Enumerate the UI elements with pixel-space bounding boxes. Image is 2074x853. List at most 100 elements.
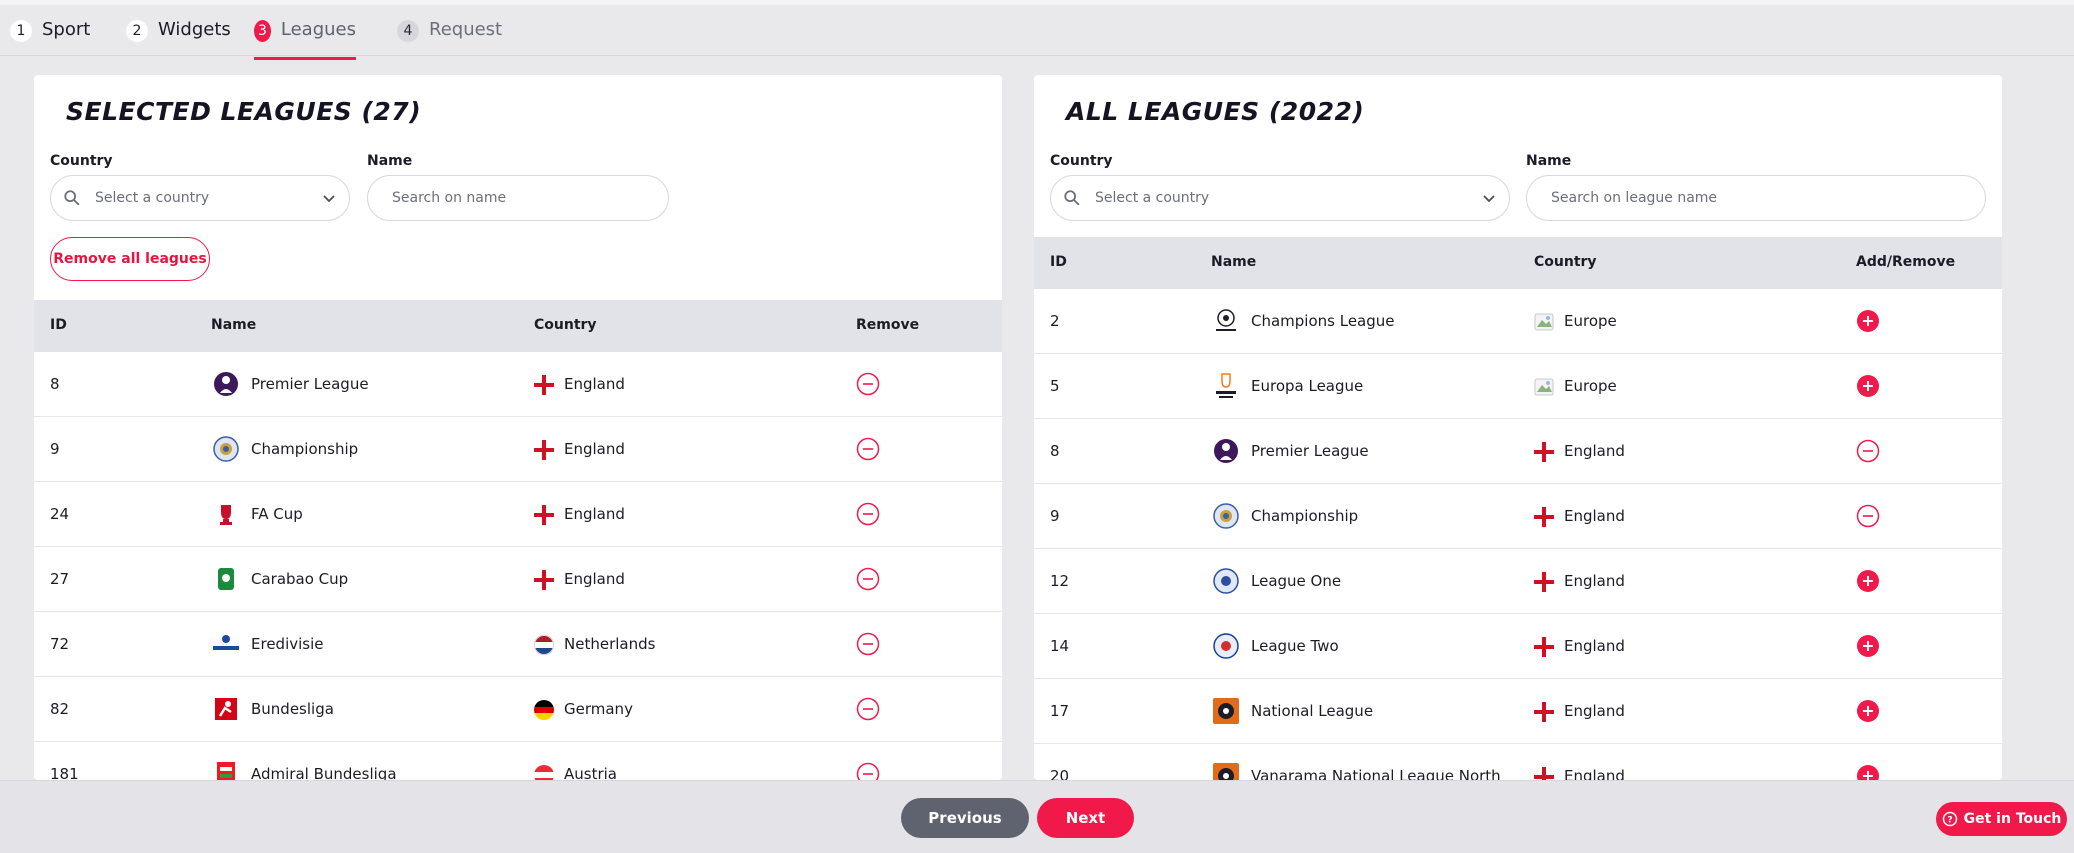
netherlands-flag-icon: [534, 635, 554, 655]
admiral-bundesliga-logo-icon: [217, 762, 235, 780]
next-button[interactable]: Next: [1037, 798, 1134, 838]
league-name: Premier League: [251, 375, 369, 393]
league-name: National League: [1251, 702, 1374, 720]
table-row: 2 Champions League Europe: [1034, 289, 2002, 354]
footer-bar: Previous Next ? Get in Touch: [0, 780, 2074, 853]
champions-league-logo-icon: [1216, 309, 1236, 331]
table-row: 12 League One England: [1034, 549, 2002, 614]
all-leagues-panel: ALL LEAGUES (2022) Country Select a coun…: [1034, 75, 2002, 780]
name-placeholder: Search on league name: [1551, 190, 1718, 206]
remove-league-button[interactable]: [856, 632, 880, 656]
tab-number: 4: [397, 20, 419, 42]
add-league-button[interactable]: [1856, 699, 1880, 723]
country-select[interactable]: Select a country: [1050, 175, 1510, 221]
england-flag-icon: [1534, 442, 1554, 462]
panel-title: ALL LEAGUES (2022): [1066, 97, 1365, 126]
header-name: Name: [1211, 254, 1257, 270]
league-id: 9: [1050, 507, 1060, 525]
chevron-down-icon: [323, 195, 335, 203]
tab-sport[interactable]: 1 Sport: [10, 19, 90, 60]
league-name: League One: [1251, 572, 1342, 590]
england-flag-icon: [534, 440, 554, 460]
national-league-logo-icon: [1213, 698, 1239, 724]
england-flag-icon: [534, 375, 554, 395]
premier-league-logo-icon: [214, 372, 238, 396]
country-label: Country: [1050, 153, 1113, 169]
league-country: England: [564, 505, 625, 523]
table-row: 5 Europa League Europe: [1034, 354, 2002, 419]
table-row: 27 Carabao Cup England: [34, 547, 1002, 612]
name-search-input[interactable]: Search on name: [367, 175, 669, 221]
panel-title: SELECTED LEAGUES (27): [66, 97, 422, 126]
table-row: 14 League Two England: [1034, 614, 2002, 679]
league-country: England: [1564, 572, 1625, 590]
europe-flag-icon: [1534, 378, 1554, 396]
league-country: England: [1564, 637, 1625, 655]
table-row: 72 Eredivisie Netherlands: [34, 612, 1002, 677]
get-in-touch-label: Get in Touch: [1963, 811, 2062, 827]
remove-league-button[interactable]: [856, 762, 880, 780]
add-league-button[interactable]: [1856, 634, 1880, 658]
table-row: 24 FA Cup England: [34, 482, 1002, 547]
header-id: ID: [50, 317, 67, 333]
remove-league-button[interactable]: [856, 697, 880, 721]
previous-button[interactable]: Previous: [901, 798, 1029, 838]
remove-league-button[interactable]: [1856, 504, 1880, 528]
step-tabs: 1 Sport 2 Widgets 3 Leagues 4 Request: [0, 0, 2074, 60]
name-placeholder: Search on name: [392, 190, 507, 206]
tab-widgets[interactable]: 2 Widgets: [126, 19, 231, 60]
table-header: ID Name Country Remove: [34, 300, 1002, 352]
remove-league-button[interactable]: [856, 372, 880, 396]
header-country: Country: [534, 317, 597, 333]
tab-number: 3: [254, 20, 271, 42]
add-league-button[interactable]: [1856, 569, 1880, 593]
search-icon: [1064, 190, 1080, 206]
league-name: Premier League: [1251, 442, 1369, 460]
table-row: 82 Bundesliga Germany: [34, 677, 1002, 742]
remove-league-button[interactable]: [1856, 439, 1880, 463]
england-flag-icon: [1534, 507, 1554, 527]
remove-league-button[interactable]: [856, 567, 880, 591]
table-row: 8 Premier League England: [34, 352, 1002, 417]
league-name: Bundesliga: [251, 700, 334, 718]
league-country: England: [1564, 507, 1625, 525]
country-select[interactable]: Select a country: [50, 175, 350, 221]
country-placeholder: Select a country: [1095, 190, 1210, 206]
fa-cup-logo-icon: [220, 505, 232, 525]
league-id: 8: [1050, 442, 1060, 460]
table-row: 17 National League England: [1034, 679, 2002, 744]
league-country: England: [564, 570, 625, 588]
england-flag-icon: [1534, 702, 1554, 722]
add-league-button[interactable]: [1856, 764, 1880, 780]
league-country: Netherlands: [564, 635, 656, 653]
league-name: Eredivisie: [251, 635, 324, 653]
header-id: ID: [1050, 254, 1067, 270]
league-name-search-input[interactable]: Search on league name: [1526, 175, 1986, 221]
remove-all-leagues-button[interactable]: Remove all leagues: [50, 237, 210, 281]
eredivisie-logo-icon: [213, 635, 239, 650]
get-in-touch-button[interactable]: ? Get in Touch: [1936, 802, 2067, 836]
bundesliga-logo-icon: [215, 698, 237, 720]
league-id: 27: [50, 570, 70, 588]
add-league-button[interactable]: [1856, 309, 1880, 333]
svg-text:?: ?: [1947, 816, 1952, 826]
league-id: 82: [50, 700, 70, 718]
league-country: England: [1564, 767, 1625, 780]
england-flag-icon: [1534, 767, 1554, 780]
remove-league-button[interactable]: [856, 502, 880, 526]
country-placeholder: Select a country: [95, 190, 210, 206]
remove-league-button[interactable]: [856, 437, 880, 461]
league-id: 2: [1050, 312, 1060, 330]
premier-league-logo-icon: [1214, 439, 1238, 463]
league-name: League Two: [1251, 637, 1339, 655]
tab-number: 1: [10, 20, 32, 42]
league-name: Admiral Bundesliga: [251, 765, 397, 780]
tab-request[interactable]: 4 Request: [397, 19, 502, 60]
league-name: Carabao Cup: [251, 570, 349, 588]
add-league-button[interactable]: [1856, 374, 1880, 398]
tab-label: Request: [429, 19, 503, 40]
austria-flag-icon: [534, 765, 554, 780]
header-country: Country: [1534, 254, 1597, 270]
tab-leagues[interactable]: 3 Leagues: [254, 19, 356, 60]
league-name: FA Cup: [251, 505, 303, 523]
